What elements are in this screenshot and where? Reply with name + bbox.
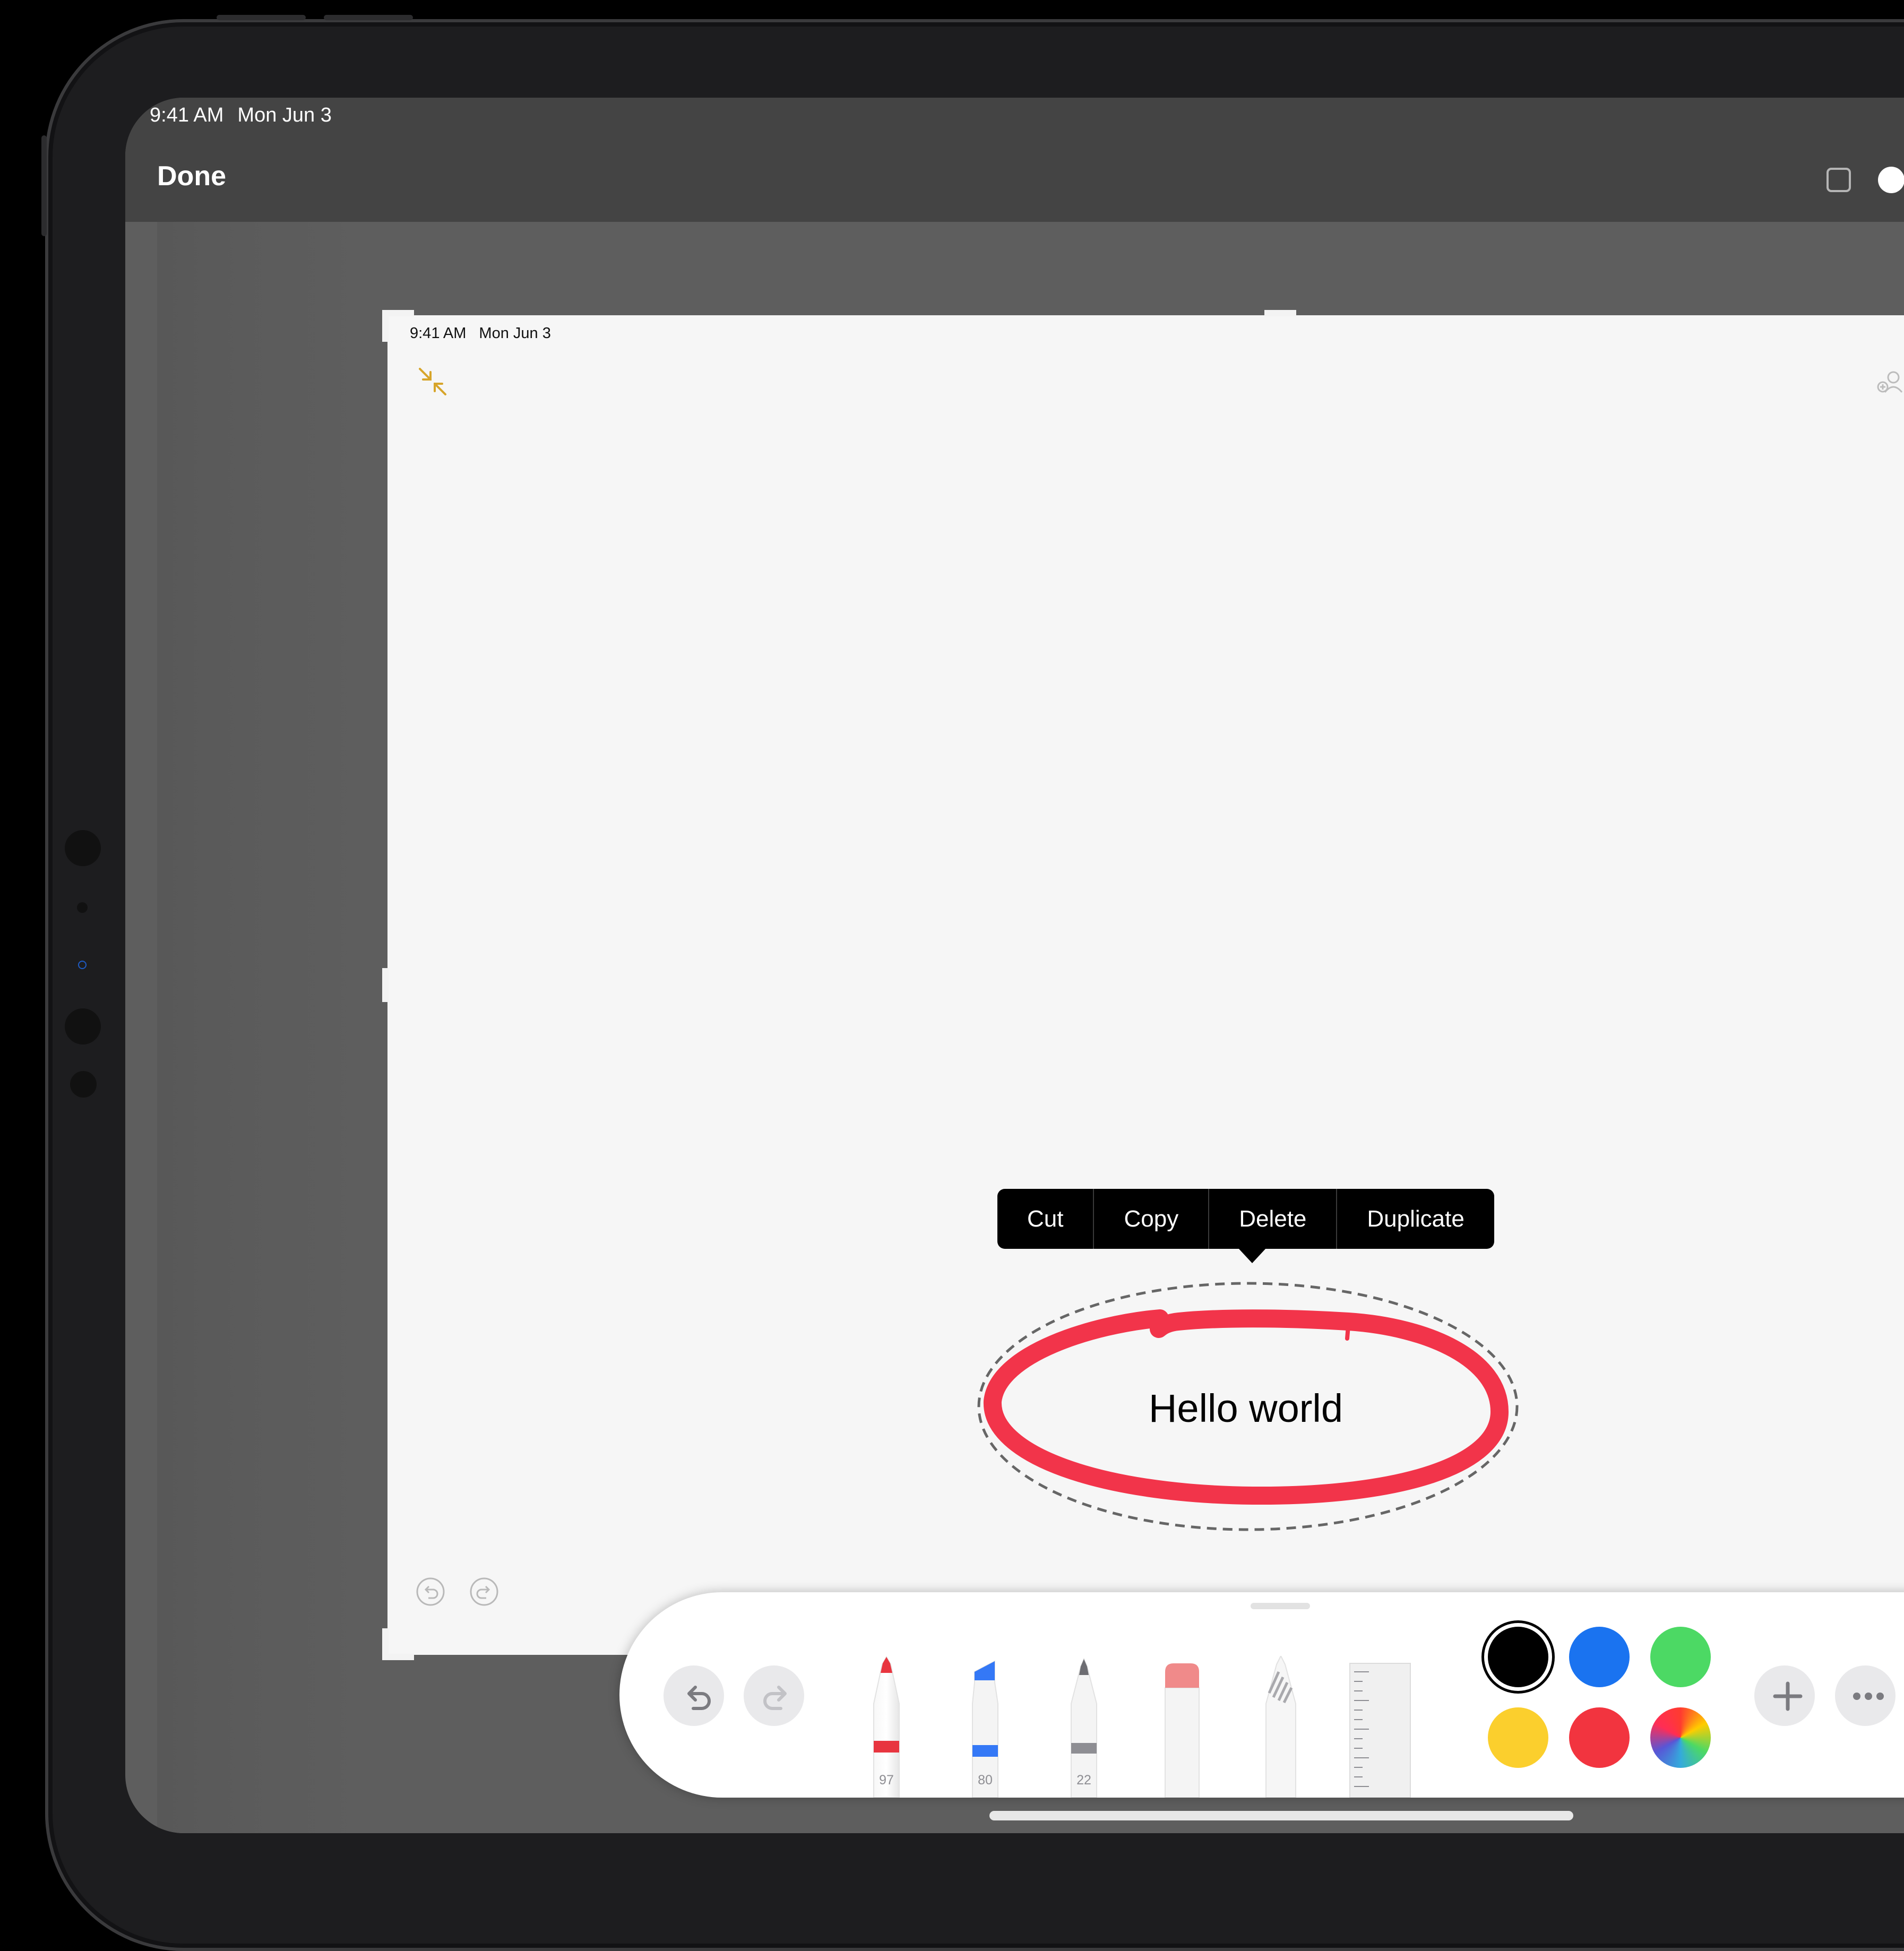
context-menu: Cut Copy Delete Duplicate — [997, 1189, 1494, 1249]
background-shadow — [157, 222, 369, 1833]
sensor-dot-2 — [65, 1008, 101, 1044]
status-time: 9:41 AM — [150, 104, 224, 126]
crop-handle-top[interactable] — [1264, 310, 1296, 316]
status-bar: 9:41 AM Mon Jun 3 — [150, 104, 346, 127]
eraser-tool[interactable] — [1161, 1656, 1203, 1798]
undo-button[interactable] — [664, 1665, 724, 1726]
sensor-dot-3 — [70, 1071, 97, 1098]
crop-handle-top-left-v[interactable] — [382, 310, 389, 342]
pencil-tool[interactable]: 22 — [1064, 1656, 1104, 1798]
duplicate-menu-item[interactable]: Duplicate — [1337, 1189, 1494, 1249]
redo-button[interactable] — [744, 1665, 804, 1726]
canvas-status-bar: 9:41 AM Mon Jun 3 — [410, 325, 564, 342]
side-button — [41, 135, 47, 236]
redo-icon — [763, 1686, 787, 1710]
copy-menu-item[interactable]: Copy — [1094, 1189, 1208, 1249]
share-collaborate-icon[interactable] — [1871, 366, 1904, 400]
canvas-redo-icon[interactable] — [469, 1577, 499, 1607]
canvas-status-time: 9:41 AM — [410, 325, 467, 342]
color-green-swatch[interactable] — [1650, 1627, 1711, 1687]
sensor-dot — [77, 902, 88, 913]
status-date: Mon Jun 3 — [237, 104, 332, 126]
volume-up-button — [217, 15, 306, 20]
more-button[interactable] — [1835, 1665, 1896, 1726]
marker-tool[interactable]: 80 — [965, 1656, 1005, 1798]
toolbar-grabber[interactable] — [1251, 1603, 1310, 1609]
front-camera-lens — [78, 961, 87, 969]
crop-handle-left[interactable] — [382, 968, 389, 1002]
markup-toolbar: 97 80 22 — [619, 1592, 1904, 1798]
crop-square-icon[interactable] — [1827, 168, 1851, 192]
top-bar: 9:41 AM Mon Jun 3 Done — [125, 98, 1904, 222]
ruler-icon — [1349, 1663, 1411, 1798]
canvas-text[interactable]: Hello world — [991, 1386, 1501, 1431]
ellipsis-icon — [1853, 1693, 1884, 1700]
color-wheel-icon[interactable] — [1650, 1707, 1711, 1768]
lasso-icon — [1265, 1654, 1296, 1798]
context-menu-arrow — [1238, 1248, 1266, 1263]
undo-icon — [687, 1686, 711, 1710]
markup-circle-icon[interactable] — [1878, 167, 1904, 193]
done-button[interactable]: Done — [157, 160, 226, 192]
lasso-tool[interactable] — [1259, 1654, 1303, 1798]
pencil-width-label: 22 — [1076, 1773, 1091, 1788]
plus-icon — [1773, 1681, 1803, 1711]
color-red-swatch[interactable] — [1569, 1707, 1630, 1768]
delete-menu-item[interactable]: Delete — [1209, 1189, 1336, 1249]
collapse-arrows-icon[interactable] — [417, 366, 449, 398]
pen-width-label: 97 — [879, 1773, 894, 1788]
color-yellow-swatch[interactable] — [1488, 1707, 1548, 1768]
pen-tool[interactable]: 97 — [866, 1655, 907, 1798]
canvas-status-date: Mon Jun 3 — [479, 325, 551, 342]
home-indicator[interactable] — [989, 1811, 1573, 1820]
crop-handle-bottom-left-v[interactable] — [382, 1628, 389, 1660]
volume-down-button — [324, 15, 413, 20]
color-blue-swatch[interactable] — [1569, 1627, 1630, 1687]
camera-dot — [65, 830, 101, 866]
color-black-swatch[interactable] — [1488, 1627, 1548, 1687]
add-button[interactable] — [1754, 1665, 1815, 1726]
ruler-tool[interactable] — [1348, 1656, 1412, 1798]
eraser-icon — [1165, 1663, 1200, 1798]
cut-menu-item[interactable]: Cut — [997, 1189, 1093, 1249]
canvas-undo-icon[interactable] — [416, 1577, 445, 1607]
screen: 9:41 AM Mon Jun 3 Done 9:41 AM Mon Jun 3 — [125, 98, 1904, 1833]
marker-width-label: 80 — [978, 1773, 993, 1788]
